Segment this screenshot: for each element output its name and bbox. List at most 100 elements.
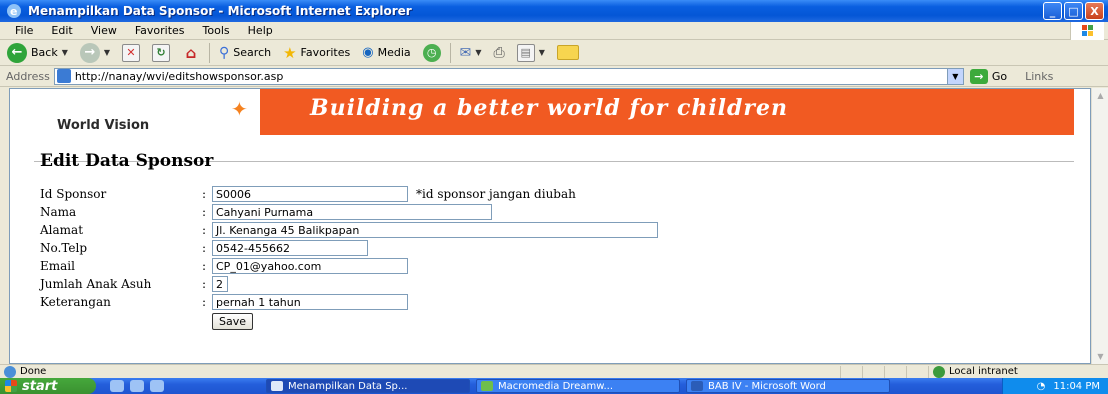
field-row-id: Id Sponsor : S0006 *id sponsor jangan di… — [40, 185, 658, 203]
menu-help[interactable]: Help — [239, 24, 282, 37]
status-text: Done — [20, 366, 47, 377]
nama-input[interactable]: Cahyani Purnama — [212, 204, 492, 220]
search-button[interactable]: ⚲ Search — [216, 42, 274, 64]
chevron-down-icon[interactable]: ▼ — [946, 68, 963, 84]
taskbar: start Menampilkan Data Sp... Macromedia … — [0, 378, 1108, 394]
search-label: Search — [233, 46, 272, 59]
svg-text:e: e — [10, 5, 17, 18]
edit-button[interactable]: ▤ ▼ — [514, 42, 548, 64]
print-button[interactable]: ⎙ — [491, 42, 508, 64]
field-colon: : — [202, 277, 207, 291]
history-button[interactable]: ◷ — [420, 42, 444, 64]
back-arrow-icon: ← — [7, 42, 27, 63]
scroll-up-icon[interactable]: ▲ — [1093, 88, 1108, 103]
taskbar-item-ie[interactable]: Menampilkan Data Sp... — [266, 379, 470, 393]
menu-file[interactable]: File — [6, 24, 42, 37]
star-logo-icon: ✦ — [231, 97, 248, 121]
star-icon: ★ — [283, 43, 297, 62]
folder-button[interactable] — [554, 42, 582, 64]
task-label: BAB IV - Microsoft Word — [708, 380, 826, 392]
window-title: Menampilkan Data Sponsor - Microsoft Int… — [28, 4, 412, 18]
forward-button[interactable]: → ▼ — [77, 42, 113, 64]
security-zone[interactable]: Local intranet — [928, 365, 1098, 378]
title-bar[interactable]: e Menampilkan Data Sponsor - Microsoft I… — [0, 0, 1108, 22]
chevron-down-icon: ▼ — [61, 48, 68, 57]
telp-input[interactable]: 0542-455662 — [212, 240, 368, 256]
page-title: Edit Data Sponsor — [40, 151, 214, 171]
field-label: Alamat — [40, 223, 84, 237]
anak-asuh-input[interactable]: 2 — [212, 276, 228, 292]
address-bar: Address http://nanay/wvi/editshowsponsor… — [0, 66, 1108, 87]
status-panel — [840, 365, 862, 378]
email-input[interactable]: CP_01@yahoo.com — [212, 258, 408, 274]
folder-icon — [556, 45, 579, 60]
word-icon — [691, 381, 703, 391]
taskbar-item-word[interactable]: BAB IV - Microsoft Word — [686, 379, 890, 393]
address-label: Address — [6, 69, 50, 83]
id-note: *id sponsor jangan diubah — [416, 187, 576, 201]
stop-button[interactable]: ✕ — [119, 42, 143, 64]
status-panels — [840, 365, 928, 378]
start-button[interactable]: start — [0, 378, 96, 394]
go-button[interactable]: → Go — [969, 68, 1008, 84]
field-row-nama: Nama : Cahyani Purnama — [40, 203, 658, 221]
minimize-button[interactable]: _ — [1043, 2, 1062, 20]
messenger-quicklaunch-icon[interactable] — [130, 380, 144, 392]
printer-icon: ⎙ — [493, 44, 505, 61]
menu-tools[interactable]: Tools — [194, 24, 239, 37]
banner-strip: Building a better world for children — [260, 89, 1074, 135]
menu-favorites[interactable]: Favorites — [126, 24, 194, 37]
desktop-quicklaunch-icon[interactable] — [150, 380, 164, 392]
scroll-down-icon[interactable]: ▼ — [1093, 349, 1108, 364]
go-label: Go — [991, 69, 1008, 83]
field-label: Email — [40, 259, 75, 273]
vertical-scrollbar[interactable]: ▲ ▼ — [1091, 88, 1108, 364]
status-panel — [862, 365, 884, 378]
save-button[interactable]: Save — [212, 313, 254, 330]
task-label: Macromedia Dreamw... — [498, 380, 613, 392]
tray-network-icon[interactable]: ◔ — [1037, 381, 1046, 392]
refresh-button[interactable]: ↻ — [149, 42, 173, 64]
banner-tagline: Building a better world for children — [310, 95, 789, 121]
ie-icon: e — [6, 3, 22, 19]
search-icon: ⚲ — [219, 44, 230, 61]
home-button[interactable]: ⌂ — [179, 42, 203, 64]
system-tray: ◔ 11:04 PM — [1002, 378, 1108, 394]
taskbar-item-dreamweaver[interactable]: Macromedia Dreamw... — [476, 379, 680, 393]
save-row: Save — [40, 311, 658, 330]
maximize-button[interactable]: □ — [1064, 2, 1083, 20]
ie-quicklaunch-icon[interactable] — [110, 380, 124, 392]
back-button[interactable]: ← Back ▼ — [4, 42, 71, 64]
links-button[interactable]: Links — [1025, 70, 1053, 83]
field-label: Nama — [40, 205, 77, 219]
address-input[interactable]: http://nanay/wvi/editshowsponsor.asp ▼ — [53, 67, 964, 85]
field-colon: : — [202, 241, 207, 255]
field-row-telp: No.Telp : 0542-455662 — [40, 239, 658, 257]
mail-button[interactable]: ✉ ▼ — [457, 42, 485, 64]
field-colon: : — [202, 295, 207, 309]
field-label: No.Telp — [40, 241, 88, 255]
mail-icon: ✉ — [459, 44, 472, 61]
status-panel — [884, 365, 906, 378]
refresh-icon: ↻ — [152, 43, 171, 62]
zone-label: Local intranet — [949, 366, 1018, 377]
close-button[interactable]: X — [1085, 2, 1104, 20]
page-icon — [56, 69, 71, 83]
go-arrow-icon: → — [969, 68, 988, 84]
field-colon: : — [202, 223, 207, 237]
keterangan-input[interactable]: pernah 1 tahun — [212, 294, 408, 310]
media-button[interactable]: ◉ Media — [359, 42, 413, 64]
field-label: Keterangan — [40, 295, 111, 309]
history-icon: ◷ — [422, 43, 441, 62]
menu-edit[interactable]: Edit — [42, 24, 81, 37]
favorites-button[interactable]: ★ Favorites — [280, 42, 353, 64]
page-status-icon — [4, 365, 16, 378]
menu-view[interactable]: View — [82, 24, 126, 37]
id-sponsor-input[interactable]: S0006 — [212, 186, 408, 202]
ie-icon — [271, 381, 283, 391]
chevron-down-icon: ▼ — [538, 48, 545, 57]
intranet-icon — [933, 365, 945, 378]
dreamweaver-icon — [481, 381, 493, 391]
status-left: Done — [0, 365, 840, 378]
alamat-input[interactable]: Jl. Kenanga 45 Balikpapan — [212, 222, 658, 238]
